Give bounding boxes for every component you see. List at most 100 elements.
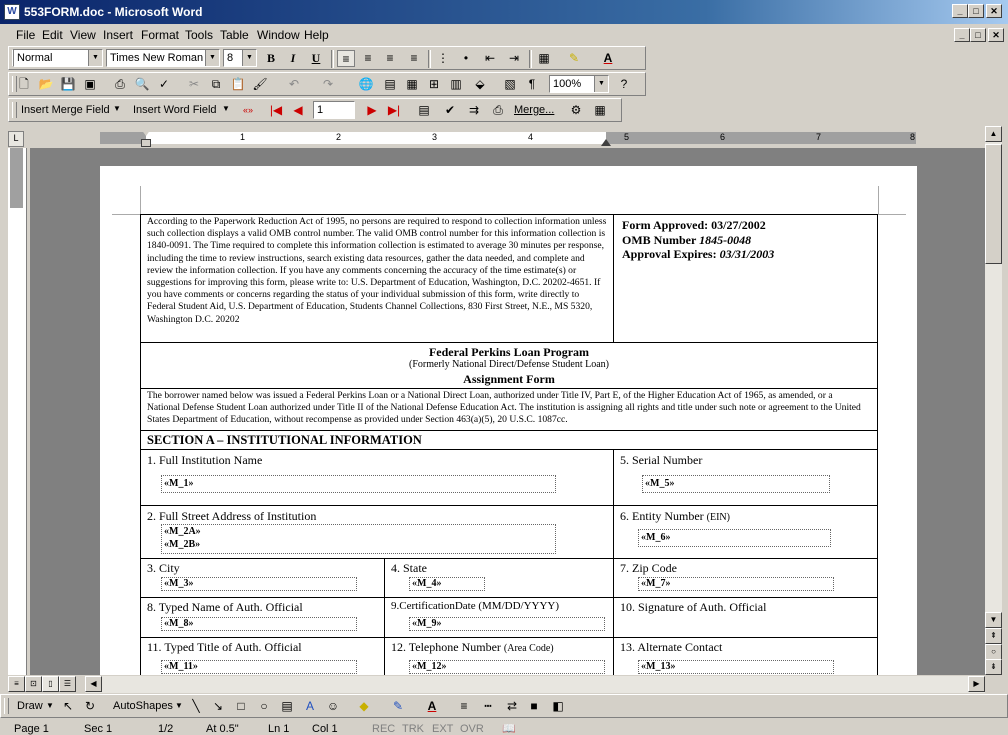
- menu-edit[interactable]: Edit: [42, 28, 63, 42]
- field-m4[interactable]: «M_4»: [409, 577, 485, 591]
- web-layout-icon[interactable]: ⊡: [25, 676, 42, 692]
- text-box-icon[interactable]: ▤: [278, 698, 296, 715]
- drawing-icon[interactable]: ⬙: [471, 76, 489, 93]
- status-ovr[interactable]: OVR: [460, 723, 484, 735]
- menu-file[interactable]: File: [16, 28, 35, 42]
- line-style-icon[interactable]: ≡: [455, 698, 473, 715]
- document-page[interactable]: According to the Paperwork Reduction Act…: [100, 166, 917, 675]
- doc-restore-icon[interactable]: □: [970, 28, 986, 42]
- menu-window[interactable]: Window: [257, 28, 300, 42]
- autoshapes-menu-button[interactable]: AutoShapes: [113, 700, 173, 712]
- draw-menu-button[interactable]: Draw: [17, 700, 43, 712]
- align-left-icon[interactable]: ≡: [337, 50, 355, 67]
- check-errors-icon[interactable]: ✔: [441, 102, 459, 119]
- zoom-select[interactable]: 100% ▼: [549, 75, 609, 93]
- menu-help[interactable]: Help: [304, 28, 329, 42]
- print-preview-icon[interactable]: 🔍: [133, 76, 151, 93]
- word-app-icon[interactable]: W: [4, 4, 20, 20]
- spelling-icon[interactable]: ✓: [155, 76, 173, 93]
- menu-view[interactable]: View: [70, 28, 96, 42]
- vertical-scrollbar[interactable]: ▲ ▼ ⇞ ○ ⇟: [985, 126, 1002, 675]
- insert-excel-icon[interactable]: ⊞: [425, 76, 443, 93]
- status-rec[interactable]: REC: [372, 723, 395, 735]
- help-icon[interactable]: ?: [615, 76, 633, 93]
- rectangle-icon[interactable]: □: [232, 698, 250, 715]
- previous-record-icon[interactable]: ◀: [289, 102, 307, 119]
- status-trk[interactable]: TRK: [402, 723, 424, 735]
- undo-icon[interactable]: ↶: [285, 76, 303, 93]
- bold-icon[interactable]: B: [262, 50, 280, 67]
- vertical-ruler[interactable]: [8, 148, 27, 675]
- query-options-icon[interactable]: ⚙: [567, 102, 585, 119]
- previous-page-icon[interactable]: ⇞: [985, 628, 1002, 644]
- format-painter-icon[interactable]: 🖌: [251, 76, 269, 93]
- last-record-icon[interactable]: ▶|: [385, 102, 403, 119]
- oval-icon[interactable]: ○: [255, 698, 273, 715]
- first-line-indent-marker[interactable]: [141, 129, 151, 136]
- print-layout-icon[interactable]: ▯: [42, 676, 59, 692]
- right-indent-marker[interactable]: [601, 139, 611, 146]
- merge-to-printer-icon[interactable]: ⎙: [489, 102, 507, 119]
- tables-borders-icon[interactable]: ▤: [381, 76, 399, 93]
- insert-table-icon[interactable]: ▦: [403, 76, 421, 93]
- merge-to-new-icon[interactable]: ⇉: [465, 102, 483, 119]
- normal-view-icon[interactable]: ≡: [8, 676, 25, 692]
- font-size-select[interactable]: 8 ▼: [223, 49, 257, 67]
- italic-icon[interactable]: I: [284, 50, 302, 67]
- outline-view-icon[interactable]: ☰: [59, 676, 76, 692]
- dash-style-icon[interactable]: ┅: [479, 698, 497, 715]
- document-map-icon[interactable]: ▧: [501, 76, 519, 93]
- horizontal-scrollbar[interactable]: ◀ ▶: [85, 676, 985, 693]
- toolbar-grip[interactable]: [12, 102, 17, 118]
- free-rotate-icon[interactable]: ↻: [81, 698, 99, 715]
- view-merged-data-icon[interactable]: «»: [239, 102, 257, 119]
- scroll-up-icon[interactable]: ▲: [985, 126, 1002, 142]
- line-icon[interactable]: ╲: [187, 698, 205, 715]
- left-indent-marker[interactable]: [141, 139, 151, 147]
- scroll-left-icon[interactable]: ◀: [85, 676, 102, 692]
- paste-icon[interactable]: 📋: [229, 76, 247, 93]
- increase-indent-icon[interactable]: ⇥: [505, 50, 523, 67]
- columns-icon[interactable]: ▥: [447, 76, 465, 93]
- close-icon[interactable]: ✕: [986, 4, 1002, 18]
- scroll-thumb[interactable]: [985, 144, 1002, 264]
- minimize-icon[interactable]: _: [952, 4, 968, 18]
- field-m8[interactable]: «M_8»: [161, 617, 357, 631]
- merge-button[interactable]: Merge...: [514, 104, 554, 116]
- justify-icon[interactable]: ≡: [405, 50, 423, 67]
- menu-format[interactable]: Format: [141, 28, 179, 42]
- field-m3[interactable]: «M_3»: [161, 577, 357, 591]
- next-page-icon[interactable]: ⇟: [985, 659, 1002, 675]
- mail-merge-helper-icon[interactable]: ▤: [415, 102, 433, 119]
- save-icon[interactable]: 💾: [59, 76, 77, 93]
- highlight-icon[interactable]: ✎: [565, 50, 583, 67]
- field-m2a[interactable]: «M_2A»: [164, 525, 555, 538]
- align-center-icon[interactable]: ≡: [359, 50, 377, 67]
- decrease-indent-icon[interactable]: ⇤: [481, 50, 499, 67]
- align-right-icon[interactable]: ≡: [381, 50, 399, 67]
- arrow-icon[interactable]: ↘: [209, 698, 227, 715]
- font-color-icon[interactable]: A: [423, 698, 441, 715]
- 3d-icon[interactable]: ◧: [549, 698, 567, 715]
- bullets-icon[interactable]: •: [457, 50, 475, 67]
- shadow-icon[interactable]: ■: [525, 698, 543, 715]
- permission-icon[interactable]: ▣: [81, 76, 99, 93]
- toolbar-grip[interactable]: [4, 698, 9, 714]
- underline-icon[interactable]: U: [307, 50, 325, 67]
- field-m2b[interactable]: «M_2B»: [164, 538, 555, 551]
- record-number-input[interactable]: 1: [313, 101, 355, 119]
- style-select[interactable]: Normal ▼: [13, 49, 103, 67]
- clip-art-icon[interactable]: ☺: [324, 698, 342, 715]
- scroll-right-icon[interactable]: ▶: [968, 676, 985, 692]
- status-ext[interactable]: EXT: [432, 723, 453, 735]
- show-hide-icon[interactable]: ¶: [523, 76, 541, 93]
- spelling-status-icon[interactable]: 📖: [502, 722, 516, 735]
- open-folder-icon[interactable]: 📂: [37, 76, 55, 93]
- select-objects-icon[interactable]: ↖: [59, 698, 77, 715]
- field-m7[interactable]: «M_7»: [638, 577, 834, 591]
- doc-close-icon[interactable]: ✕: [988, 28, 1004, 42]
- menu-table[interactable]: Table: [220, 28, 249, 42]
- cut-icon[interactable]: ✂: [185, 76, 203, 93]
- field-m1[interactable]: «M_1»: [161, 475, 556, 493]
- select-browse-object-icon[interactable]: ○: [985, 644, 1002, 660]
